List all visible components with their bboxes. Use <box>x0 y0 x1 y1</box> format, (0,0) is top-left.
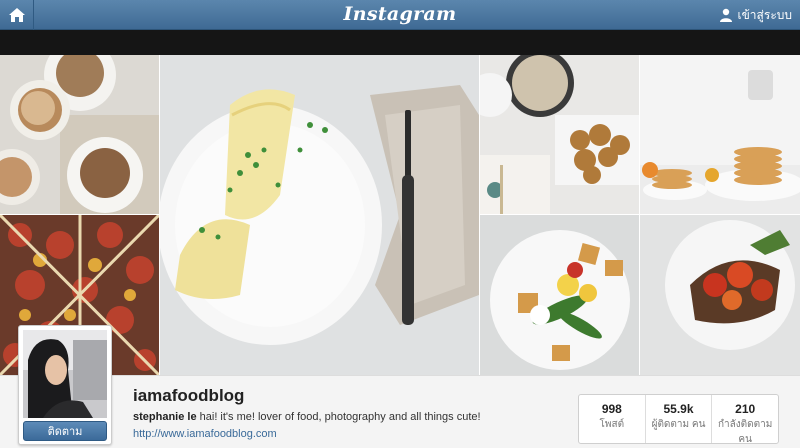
follow-button[interactable]: ติดตาม <box>23 421 107 441</box>
photo-pancakes[interactable] <box>640 55 800 214</box>
stat-following[interactable]: 210 กำลังติดตาม คน <box>712 395 778 445</box>
stat-posts[interactable]: 998 โพสต์ <box>579 395 646 443</box>
user-icon <box>719 8 732 22</box>
profile-stats: 998 โพสต์ 55.9k ผู้ติดตาม คน 210 กำลังติ… <box>578 394 779 445</box>
stat-value: 55.9k <box>663 402 694 416</box>
photo-dip-fried-chicken[interactable] <box>480 55 639 214</box>
avatar[interactable] <box>23 330 107 418</box>
photo-grid <box>0 55 800 375</box>
bio-text: hai! it's me! lover of food, photography… <box>196 411 481 423</box>
photo-omelette[interactable] <box>160 55 479 375</box>
profile-username: iamafoodblog <box>133 386 245 405</box>
avatar-card: ติดตาม <box>18 325 112 445</box>
photo-tomato-toast[interactable] <box>640 215 800 375</box>
bio-name: stephanie le <box>133 411 197 423</box>
stat-label: โพสต์ <box>599 419 625 430</box>
profile-bio: stephanie le hai! it's me! lover of food… <box>133 411 573 423</box>
stat-value: 210 <box>735 402 756 416</box>
login-label: เข้าสู่ระบบ <box>737 7 793 22</box>
profile-website-link[interactable]: http://www.iamafoodblog.com <box>133 428 277 440</box>
login-link[interactable]: เข้าสู่ระบบ <box>719 0 793 30</box>
top-bar: Instagram เข้าสู่ระบบ <box>0 0 800 30</box>
stat-label: ผู้ติดตาม คน <box>651 419 706 430</box>
stat-label: กำลังติดตาม คน <box>717 419 773 445</box>
instagram-logo[interactable]: Instagram <box>0 3 800 25</box>
photo-salad[interactable] <box>480 215 639 375</box>
stat-value: 998 <box>601 402 622 416</box>
header-divider-band <box>0 30 800 55</box>
photo-coffee-cookies[interactable] <box>0 55 159 214</box>
stat-followers[interactable]: 55.9k ผู้ติดตาม คน <box>646 395 713 443</box>
